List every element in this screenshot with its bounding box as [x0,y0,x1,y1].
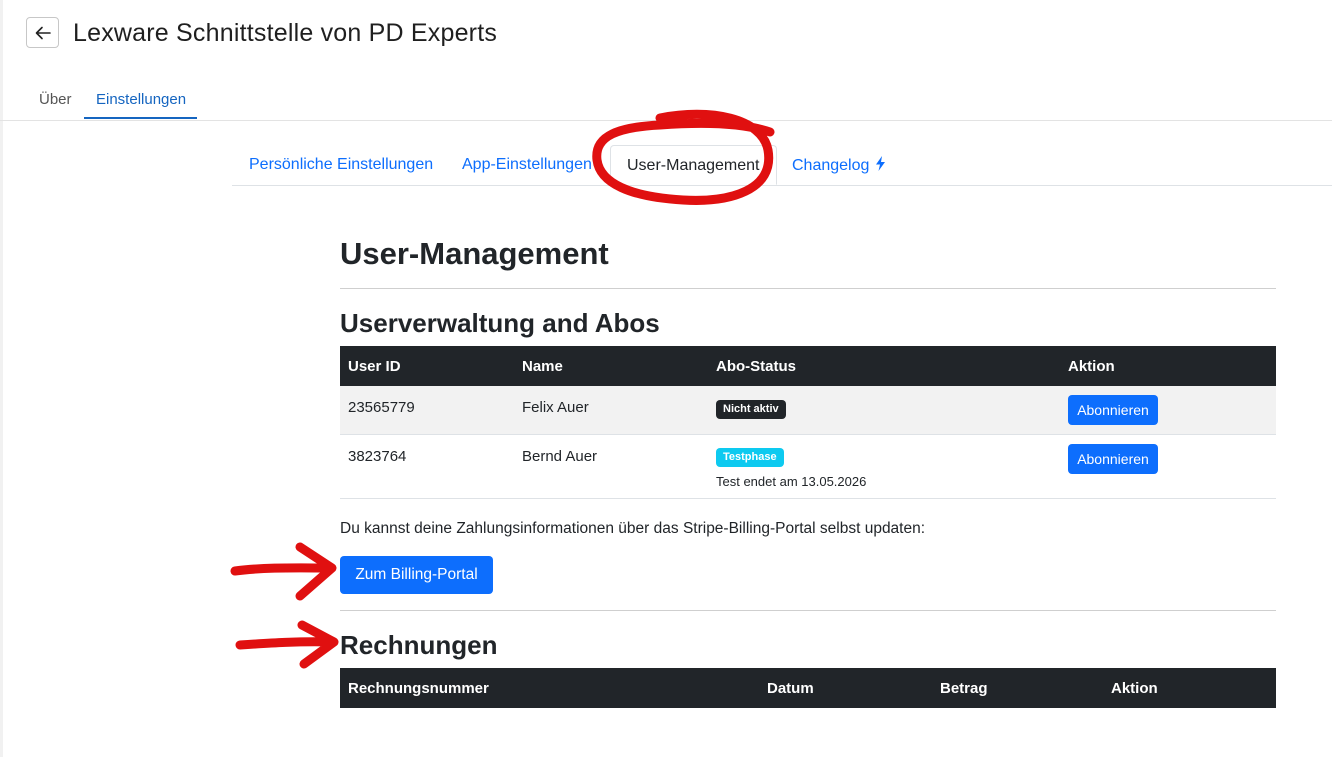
lightning-bolt-icon [876,156,886,171]
billing-portal-button[interactable]: Zum Billing-Portal [340,556,493,594]
column-header-datum: Datum [759,668,932,708]
page-title: User-Management [340,236,609,271]
divider [340,288,1276,289]
tab-changelog-label: Changelog [792,157,870,174]
invoices-table: Rechnungsnummer Datum Betrag Aktion [340,668,1276,708]
app-title: Lexware Schnittstelle von PD Experts [73,19,498,47]
cell-name: Bernd Auer [514,434,708,499]
cell-user-id: 3823764 [340,434,514,499]
tab-persoenliche-einstellungen[interactable]: Persönliche Einstellungen [249,156,433,174]
divider [340,610,1276,611]
back-button[interactable] [26,17,59,48]
table-header-row: User ID Name Abo-Status Aktion [340,346,1276,386]
tab-user-management[interactable]: User-Management [610,145,777,185]
tab-app-einstellungen[interactable]: App-Einstellungen [462,156,592,174]
column-header-aktion: Aktion [1060,346,1276,386]
status-badge: Nicht aktiv [716,400,786,419]
column-header-rechnungsnummer: Rechnungsnummer [340,668,759,708]
column-header-user-id: User ID [340,346,514,386]
column-header-name: Name [514,346,708,386]
trial-end-note: Test endet am 13.05.2026 [716,473,867,489]
status-badge: Testphase [716,447,784,467]
subscribe-button[interactable]: Abonnieren [1068,395,1158,425]
users-table: User ID Name Abo-Status Aktion 23565779 … [340,346,1276,499]
subscribe-button[interactable]: Abonnieren [1068,443,1158,474]
tab-einstellungen[interactable]: Einstellungen [96,91,186,108]
table-header-row: Rechnungsnummer Datum Betrag Aktion [340,668,1276,708]
section-title-users: Userverwaltung and Abos [340,308,660,338]
tab-changelog[interactable]: Changelog [792,156,886,175]
table-row: 23565779 Felix Auer Nicht aktiv Abonnier… [340,386,1276,435]
cell-name: Felix Auer [514,386,708,435]
column-header-betrag: Betrag [932,668,1103,708]
main-tabs: Über Einstellungen [0,80,1332,121]
section-title-invoices: Rechnungen [340,630,498,660]
column-header-abo-status: Abo-Status [708,346,1060,386]
active-tab-indicator [84,117,197,119]
arrow-left-icon [35,26,51,39]
table-row: 3823764 Bernd Auer Testphase Test endet … [340,434,1276,499]
annotation-arrow-invoices [235,620,339,669]
column-header-aktion: Aktion [1103,668,1276,708]
annotation-arrow-billing [230,542,337,601]
billing-info-text: Du kannst deine Zahlungsinformationen üb… [340,520,926,537]
tab-ueber[interactable]: Über [39,91,72,108]
settings-sub-tabs: Persönliche Einstellungen App-Einstellun… [232,145,1332,186]
cell-user-id: 23565779 [340,386,514,435]
